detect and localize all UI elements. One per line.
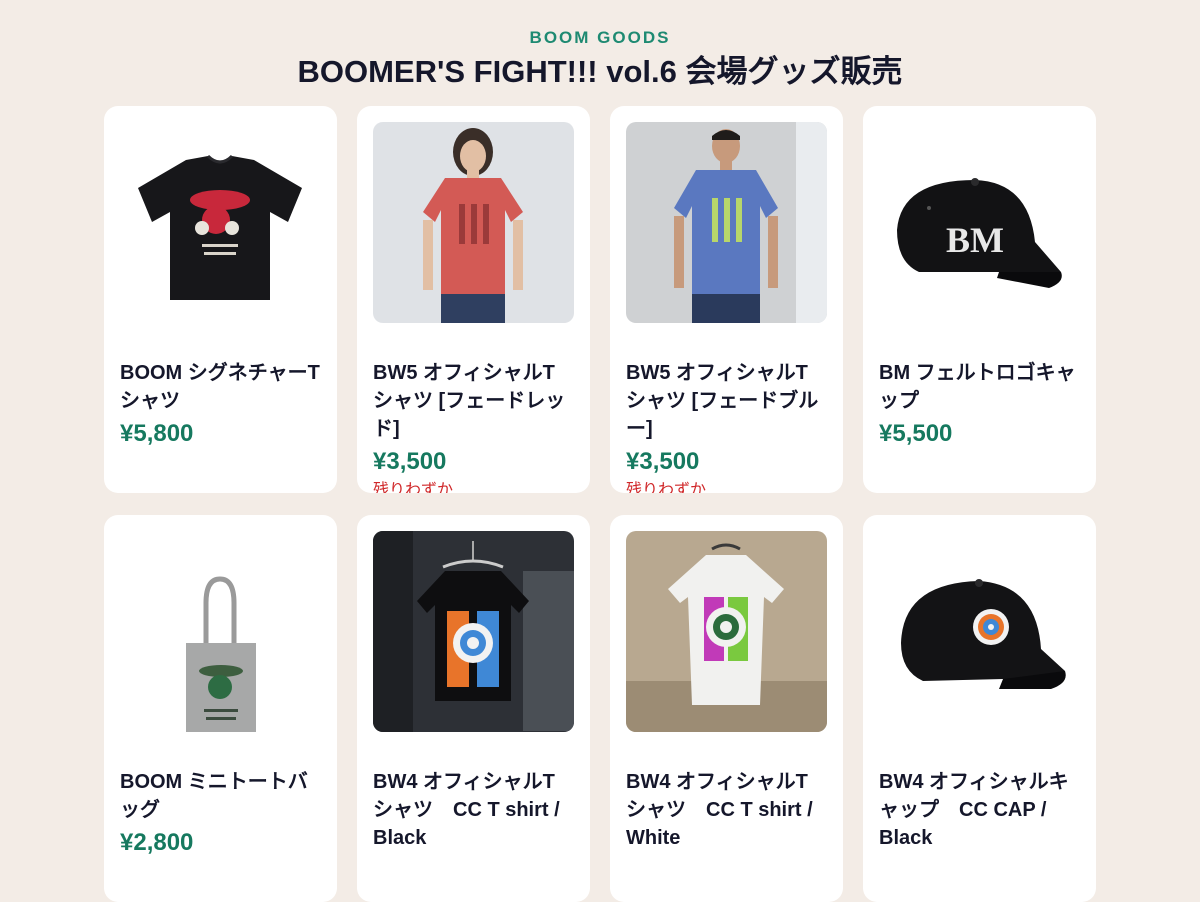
product-name[interactable]: BW4 オフィシャルTシャツ CC T shirt / Black bbox=[373, 768, 574, 852]
product-image[interactable] bbox=[373, 122, 574, 323]
tote-bag-image bbox=[120, 531, 321, 732]
product-card[interactable]: BOOM シグネチャーTシャツ ¥5,800 bbox=[104, 106, 337, 493]
product-price: ¥5,500 bbox=[879, 420, 953, 447]
model-blue-tshirt-image bbox=[626, 122, 827, 323]
hanging-black-tshirt-image bbox=[373, 531, 574, 732]
product-image[interactable] bbox=[120, 531, 321, 732]
product-name[interactable]: BM フェルトロゴキャップ bbox=[879, 359, 1080, 415]
product-price: ¥3,500 bbox=[626, 448, 700, 475]
product-name[interactable]: BW5 オフィシャルTシャツ [フェードブルー] bbox=[626, 359, 827, 443]
low-stock-badge: 残りわずか bbox=[626, 482, 707, 493]
section-eyebrow: BOOM GOODS bbox=[529, 28, 671, 47]
product-image[interactable] bbox=[373, 531, 574, 732]
product-card[interactable]: BW5 オフィシャルTシャツ [フェードレッド] ¥3,500 残りわずか bbox=[357, 106, 590, 493]
product-image[interactable] bbox=[120, 122, 321, 323]
low-stock-badge: 残りわずか bbox=[373, 482, 454, 493]
product-price: ¥3,500 bbox=[373, 448, 447, 475]
product-grid: BOOM シグネチャーTシャツ ¥5,800 BW5 オフィシャルTシャツ [フ… bbox=[104, 106, 1096, 902]
cc-cap-image bbox=[879, 531, 1080, 732]
product-card[interactable]: BOOM ミニトートバッグ ¥2,800 bbox=[104, 515, 337, 902]
product-name[interactable]: BW4 オフィシャルキャップ CC CAP / Black bbox=[879, 768, 1080, 852]
product-price: ¥5,800 bbox=[120, 420, 194, 447]
product-card[interactable]: BW4 オフィシャルTシャツ CC T shirt / Black bbox=[357, 515, 590, 902]
svg-text:BM: BM bbox=[946, 220, 1004, 260]
product-name[interactable]: BOOM ミニトートバッグ bbox=[120, 768, 321, 824]
model-red-tshirt-image bbox=[373, 122, 574, 323]
product-name[interactable]: BW5 オフィシャルTシャツ [フェードレッド] bbox=[373, 359, 574, 443]
product-card[interactable]: BW4 オフィシャルTシャツ CC T shirt / White bbox=[610, 515, 843, 902]
product-card[interactable]: BM BM フェルトロゴキャップ ¥5,500 bbox=[863, 106, 1096, 493]
product-image[interactable]: BM bbox=[879, 122, 1080, 323]
black-tshirt-image bbox=[120, 122, 321, 323]
product-name[interactable]: BOOM シグネチャーTシャツ bbox=[120, 359, 321, 415]
product-image[interactable] bbox=[626, 122, 827, 323]
product-card[interactable]: BW4 オフィシャルキャップ CC CAP / Black bbox=[863, 515, 1096, 902]
product-image[interactable] bbox=[879, 531, 1080, 732]
product-card[interactable]: BW5 オフィシャルTシャツ [フェードブルー] ¥3,500 残りわずか bbox=[610, 106, 843, 493]
white-tshirt-image bbox=[626, 531, 827, 732]
product-price: ¥2,800 bbox=[120, 829, 194, 856]
black-cap-image: BM bbox=[879, 122, 1080, 323]
page-header: BOOM GOODS BOOMER'S FIGHT!!! vol.6 会場グッズ… bbox=[0, 0, 1200, 89]
page-title: BOOMER'S FIGHT!!! vol.6 会場グッズ販売 bbox=[297, 54, 903, 89]
product-name[interactable]: BW4 オフィシャルTシャツ CC T shirt / White bbox=[626, 768, 827, 852]
product-image[interactable] bbox=[626, 531, 827, 732]
